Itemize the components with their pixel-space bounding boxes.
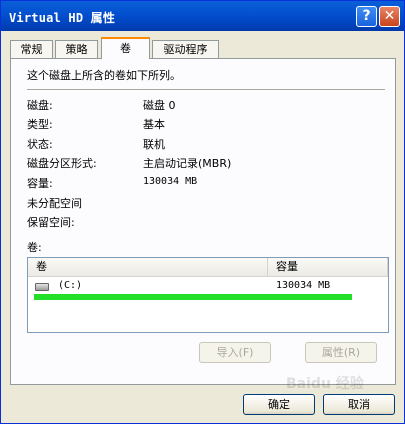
volumes-panel: 这个磁盘上所含的卷如下所列。 磁盘: 磁盘 0 类型: 基本 状态: 联机 磁盘…	[10, 58, 396, 385]
status-value: 联机	[143, 138, 165, 151]
capacity-value: 130034 MB	[143, 176, 198, 187]
volume-name: (C:)	[58, 280, 83, 291]
column-header-capacity[interactable]: 容量	[268, 258, 388, 276]
status-label: 状态:	[27, 138, 53, 151]
tab-general[interactable]: 常规	[10, 40, 53, 59]
green-highlight-line	[34, 294, 352, 300]
type-label: 类型:	[27, 118, 53, 131]
separator	[27, 89, 385, 90]
properties-button[interactable]: 属性(R)	[305, 342, 377, 363]
tab-policies[interactable]: 策略	[55, 40, 98, 59]
cancel-button[interactable]: 取消	[323, 394, 395, 415]
disk-value: 磁盘 0	[143, 99, 176, 112]
disk-label: 磁盘:	[27, 99, 53, 112]
import-button[interactable]: 导入(F)	[199, 342, 271, 363]
unallocated-label: 未分配空间	[27, 197, 82, 210]
volume-capacity: 130034 MB	[276, 280, 331, 291]
capacity-label: 容量:	[27, 177, 53, 190]
ok-button[interactable]: 确定	[243, 394, 315, 415]
window-title: Virtual HD 属性	[9, 11, 116, 25]
tab-volumes[interactable]: 卷	[101, 37, 150, 59]
properties-window: Virtual HD 属性 ? ✕ 常规 策略 卷 驱动程序 这个磁盘上所含的卷…	[0, 0, 405, 424]
partition-style-label: 磁盘分区形式:	[27, 157, 97, 170]
list-header: 卷 容量	[28, 258, 388, 277]
reserved-label: 保留空间:	[27, 216, 75, 229]
title-bar[interactable]: Virtual HD 属性 ? ✕	[1, 1, 404, 31]
column-header-volume[interactable]: 卷	[28, 258, 268, 276]
volumes-list[interactable]: 卷 容量 (C:) 130034 MB	[27, 257, 389, 333]
watermark: Baidu 经验	[286, 376, 364, 392]
close-button[interactable]: ✕	[379, 6, 400, 27]
help-button[interactable]: ?	[356, 6, 377, 27]
disk-icon	[35, 283, 49, 291]
partition-style-value: 主启动记录(MBR)	[143, 157, 232, 170]
type-value: 基本	[143, 118, 165, 131]
list-item[interactable]: (C:) 130034 MB	[28, 279, 388, 295]
volumes-label: 卷:	[27, 241, 42, 254]
panel-description: 这个磁盘上所含的卷如下所列。	[27, 69, 181, 82]
tab-driver[interactable]: 驱动程序	[152, 40, 219, 59]
